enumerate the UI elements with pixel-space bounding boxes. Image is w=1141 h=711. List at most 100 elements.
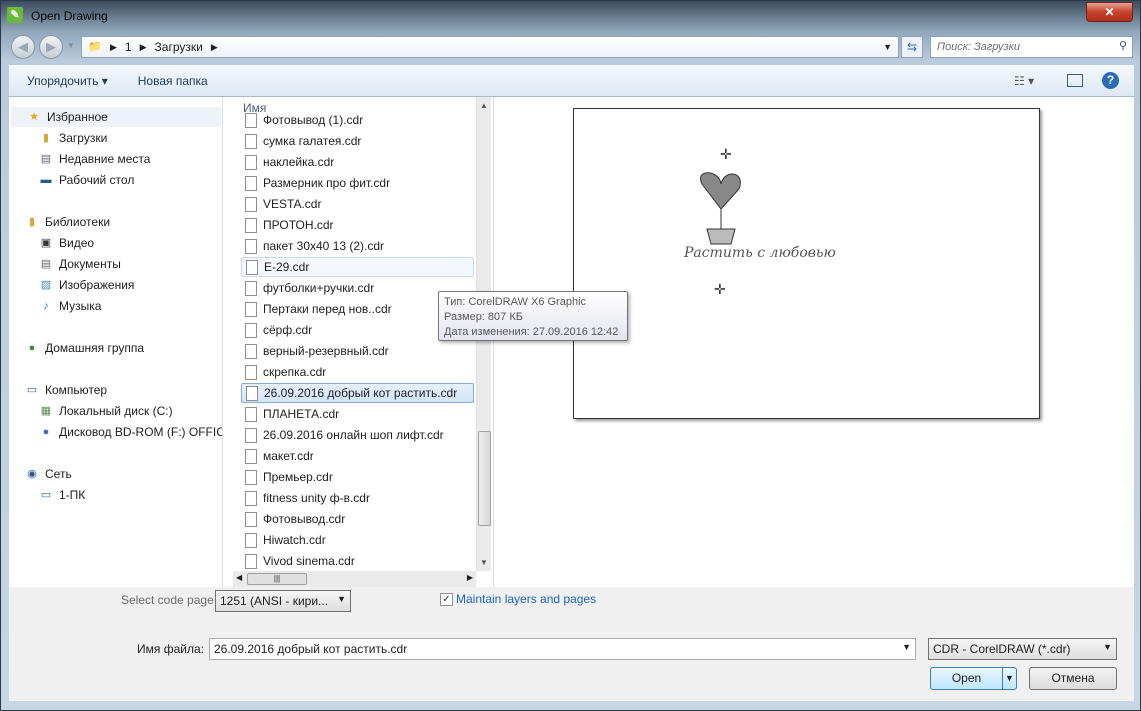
file-name: Фотовывод (1).cdr: [263, 113, 364, 127]
file-icon: [245, 322, 257, 338]
downloads-folder-icon: ▮: [42, 132, 50, 144]
file-item[interactable]: Фотовывод.cdr: [241, 509, 474, 529]
homegroup-icon: ●: [28, 342, 36, 354]
file-item[interactable]: 26.09.2016 добрый кот растить.cdr: [241, 383, 474, 403]
file-item[interactable]: верный-резервный.cdr: [241, 341, 474, 361]
star-icon: ★: [29, 111, 39, 123]
file-tooltip: Тип: CorelDRAW X6 Graphic Размер: 807 КБ…: [438, 291, 628, 341]
cancel-button[interactable]: Отмена: [1029, 667, 1117, 690]
images-icon: ▨: [40, 279, 52, 291]
file-item[interactable]: Vivod sinema.cdr: [241, 551, 474, 571]
refresh-button[interactable]: ⇆: [901, 36, 923, 58]
nav-downloads[interactable]: ▮ Загрузки: [39, 128, 107, 148]
toolbar: Упорядочить ▾ Новая папка ☷ ▾ ?: [9, 65, 1134, 97]
file-item[interactable]: сумка галатея.cdr: [241, 131, 474, 151]
search-icon: ⚲: [1118, 40, 1127, 52]
file-item[interactable]: ПРОТОН.cdr: [241, 215, 474, 235]
file-item[interactable]: 26.09.2016 онлайн шоп лифт.cdr: [241, 425, 474, 445]
nav-favorites[interactable]: ★ Избранное: [11, 107, 221, 127]
preview-pane-icon[interactable]: [1067, 74, 1083, 87]
code-page-select[interactable]: 1251 (ANSI - кири... ▼: [215, 590, 351, 612]
file-item[interactable]: наклейка.cdr: [241, 152, 474, 172]
nav-disk-f[interactable]: ● Дисковод BD-ROM (F:) OFFICE: [39, 422, 222, 442]
forward-button[interactable]: ▶: [39, 35, 63, 59]
maintain-layers-label[interactable]: Maintain layers and pages: [456, 592, 596, 606]
file-icon: [245, 511, 257, 527]
open-dropdown-icon[interactable]: ▼: [1002, 668, 1016, 689]
filename-label: Имя файла:: [137, 642, 204, 656]
nav-desktop[interactable]: ▬ Рабочий стол: [39, 170, 135, 190]
file-item[interactable]: fitness unity ф-в.cdr: [241, 488, 474, 508]
nav-images[interactable]: ▨ Изображения: [39, 275, 135, 295]
desktop-icon: ▬: [40, 174, 52, 186]
file-icon: [245, 448, 257, 464]
file-icon: [245, 133, 257, 149]
pc-icon: ▭: [40, 489, 52, 501]
breadcrumb-downloads[interactable]: Загрузки: [155, 40, 203, 54]
new-folder-button[interactable]: Новая папка: [138, 74, 208, 88]
tooltip-size: Размер: 807 КБ: [444, 311, 523, 323]
file-item[interactable]: скрепка.cdr: [241, 362, 474, 382]
coreldraw-icon: ✎: [7, 7, 23, 23]
tooltip-date: Дата изменения: 27.09.2016 12:42: [444, 326, 619, 338]
file-item[interactable]: Фотовывод (1).cdr: [241, 110, 474, 130]
file-item[interactable]: ПЛАНЕТА.cdr: [241, 404, 474, 424]
file-item[interactable]: Hiwatch.cdr: [241, 530, 474, 550]
history-dropdown-icon[interactable]: ▼: [67, 41, 75, 50]
file-name: футболки+ручки.cdr: [263, 281, 375, 295]
file-item[interactable]: E-29.cdr: [241, 257, 474, 277]
file-list: Имя Фотовывод (1).cdr сумка галатея.cdr на…: [233, 97, 491, 587]
file-name: ПРОТОН.cdr: [263, 218, 334, 232]
file-icon: [245, 112, 257, 128]
disk-icon: ▦: [40, 405, 52, 417]
breadcrumb-1[interactable]: 1: [125, 40, 132, 54]
nav-documents[interactable]: ▤ Документы: [39, 254, 121, 274]
video-icon: ▣: [40, 237, 52, 249]
address-bar[interactable]: 📁 ▶ 1 ▶ Загрузки ▶ ▼: [81, 36, 899, 58]
close-button[interactable]: ✕: [1086, 2, 1133, 22]
file-icon: [245, 406, 257, 422]
organize-button[interactable]: Упорядочить ▾: [27, 74, 108, 88]
file-name: макет.cdr: [263, 449, 314, 463]
documents-icon: ▤: [40, 258, 52, 270]
open-button[interactable]: Open ▼: [930, 667, 1017, 690]
svg-text:✛: ✛: [714, 281, 726, 297]
svg-text:✛: ✛: [720, 146, 732, 162]
search-input[interactable]: Поиск: Загрузки ⚲: [930, 36, 1133, 58]
file-icon: [245, 553, 257, 569]
nav-computer[interactable]: ▭ Компьютер: [25, 380, 107, 400]
file-name: Vivod sinema.cdr: [263, 554, 355, 568]
horizontal-scrollbar[interactable]: ◀ ||| ▶: [233, 571, 476, 587]
nav-libraries[interactable]: ▮ Библиотеки: [25, 212, 110, 232]
file-item[interactable]: пакет 30х40 13 (2).cdr: [241, 236, 474, 256]
nav-music[interactable]: ♪ Музыка: [39, 296, 101, 316]
file-name: Премьер.cdr: [263, 470, 333, 484]
nav-disk-c[interactable]: ▦ Локальный диск (C:): [39, 401, 173, 421]
nav-homegroup[interactable]: ● Домашняя группа: [25, 338, 144, 358]
back-button[interactable]: ◀: [11, 35, 35, 59]
music-icon: ♪: [43, 300, 49, 312]
file-item[interactable]: Премьер.cdr: [241, 467, 474, 487]
window-title: Open Drawing: [31, 9, 108, 23]
help-icon[interactable]: ?: [1102, 72, 1119, 89]
nav-network[interactable]: ◉ Сеть: [25, 464, 72, 484]
maintain-layers-checkbox[interactable]: ✓: [440, 593, 453, 606]
address-dropdown-icon[interactable]: ▼: [883, 42, 892, 52]
file-type-select[interactable]: CDR - CorelDRAW (*.cdr) ▼: [928, 638, 1117, 660]
nav-recent[interactable]: ▤ Недавние места: [39, 149, 151, 169]
file-item[interactable]: VESTA.cdr: [241, 194, 474, 214]
preview-text: Растить с любовью: [683, 245, 836, 261]
code-page-label: Select code page: [121, 593, 214, 607]
file-item[interactable]: макет.cdr: [241, 446, 474, 466]
nav-pc1[interactable]: ▭ 1-ПК: [39, 485, 86, 505]
file-name: верный-резервный.cdr: [263, 344, 389, 358]
file-name: 26.09.2016 онлайн шоп лифт.cdr: [263, 428, 444, 442]
filename-input[interactable]: 26.09.2016 добрый кот растить.cdr ▼: [209, 638, 916, 660]
nav-video[interactable]: ▣ Видео: [39, 233, 94, 253]
file-item[interactable]: Размерник про фит.cdr: [241, 173, 474, 193]
file-icon: [245, 175, 257, 191]
view-options-icon[interactable]: ☷ ▾: [1014, 74, 1034, 88]
hscroll-thumb[interactable]: |||: [247, 573, 307, 585]
scrollbar-thumb[interactable]: [478, 431, 491, 526]
file-name: сёрф.cdr: [263, 323, 313, 337]
